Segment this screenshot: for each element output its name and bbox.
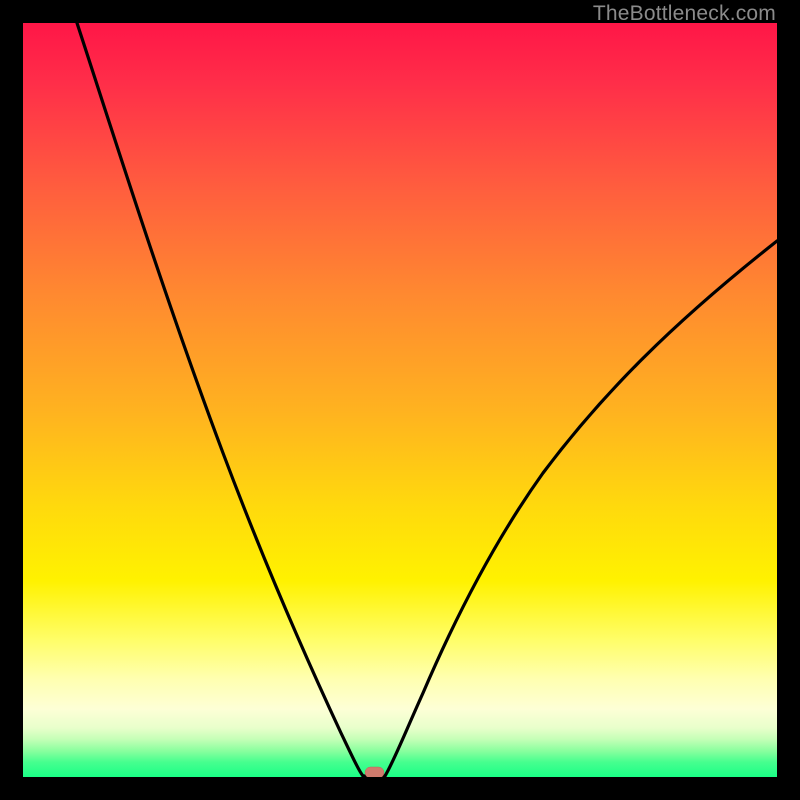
minimum-marker	[365, 767, 384, 777]
chart-frame: TheBottleneck.com	[0, 0, 800, 800]
bottleneck-curve	[23, 23, 777, 777]
plot-area	[23, 23, 777, 777]
watermark-text: TheBottleneck.com	[593, 2, 776, 26]
curve-left-branch	[77, 23, 363, 776]
curve-right-branch	[385, 241, 777, 776]
